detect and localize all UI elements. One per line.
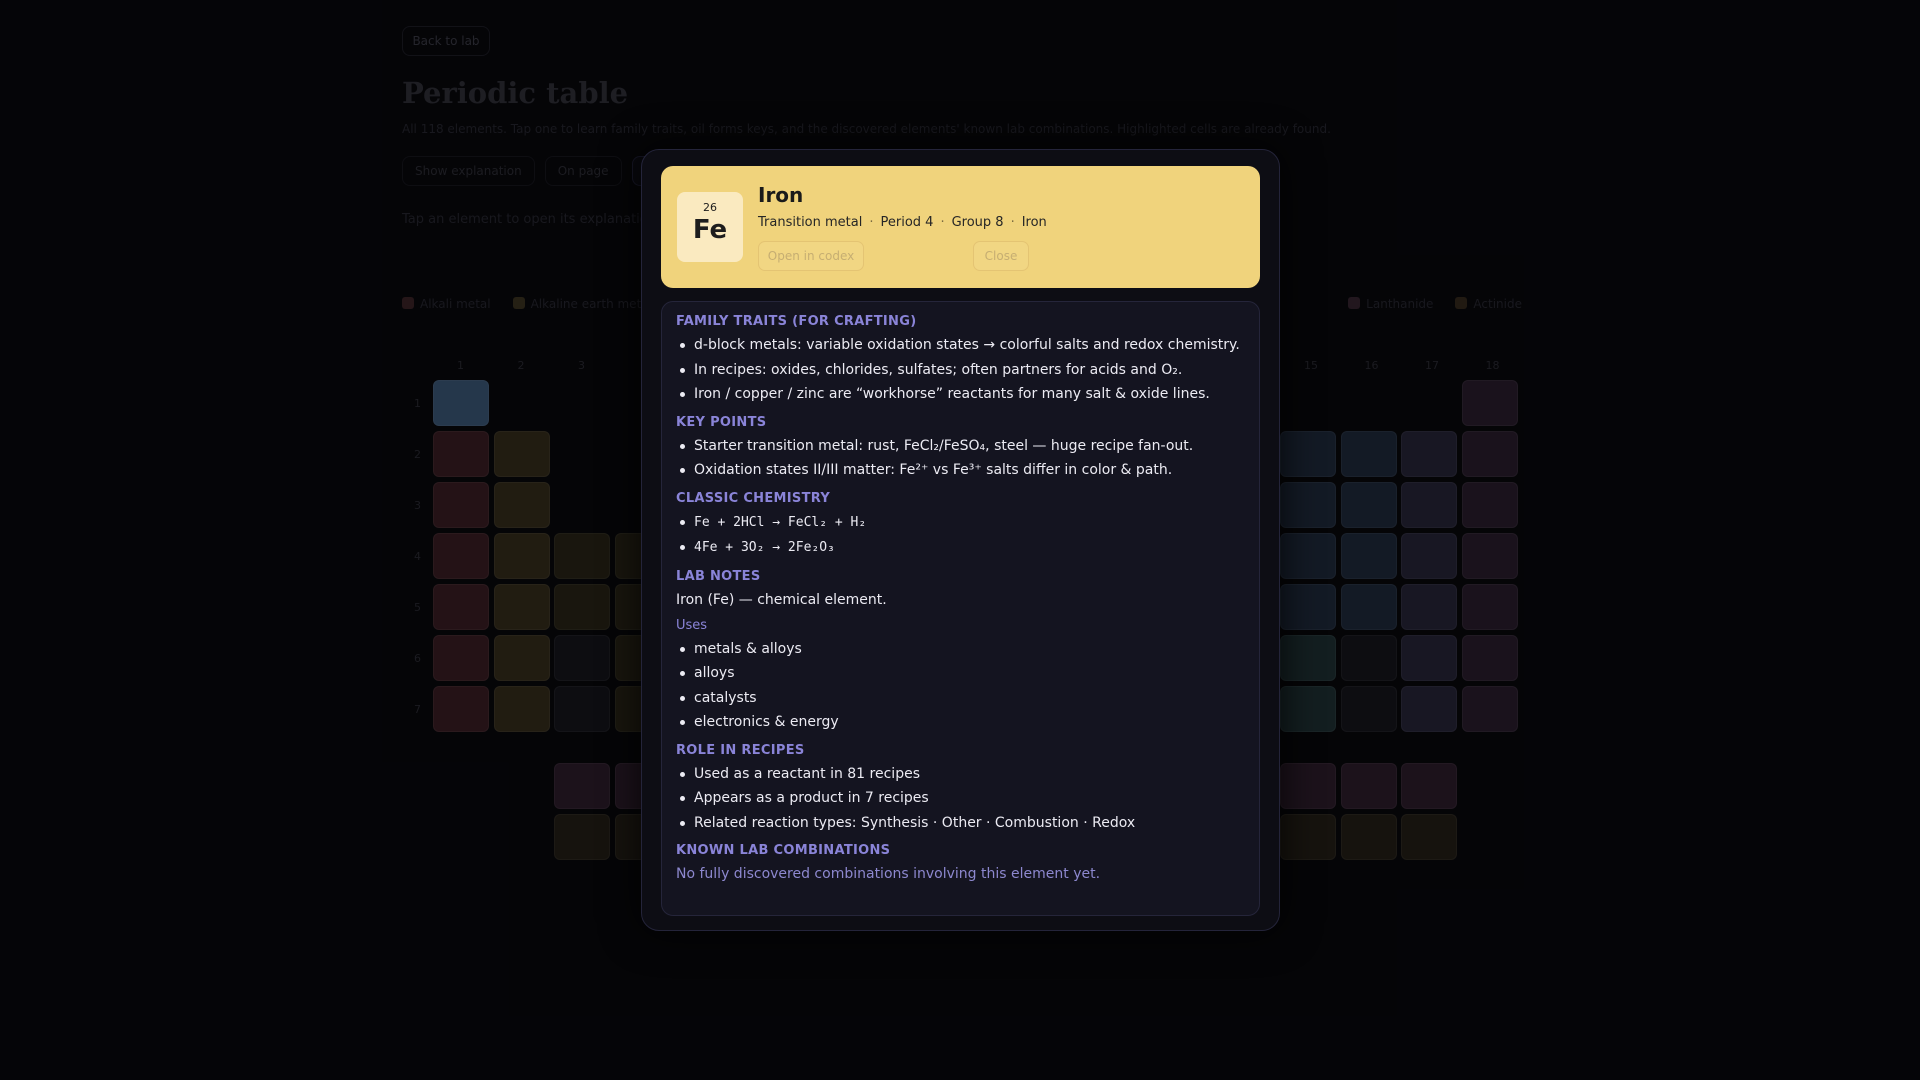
element-tile: 26 Fe	[677, 192, 743, 262]
meta-period: Period 4	[880, 215, 934, 230]
element-detail-modal: 26 Fe Iron Transition metal · Period 4 · G…	[641, 149, 1280, 931]
uses-list: metals & alloys alloys catalysts electro…	[676, 637, 1245, 735]
family-traits-list: d-block metals: variable oxidation state…	[676, 333, 1245, 407]
list-item: Oxidation states II/III matter: Fe²⁺ vs …	[676, 458, 1245, 483]
list-item: Related reaction types: Synthesis · Othe…	[676, 811, 1245, 836]
atomic-number: 26	[703, 201, 717, 214]
classic-chemistry-heading: CLASSIC CHEMISTRY	[676, 490, 831, 506]
close-button[interactable]: Close	[973, 241, 1029, 271]
element-symbol: Fe	[692, 215, 728, 245]
list-item: catalysts	[676, 686, 1245, 711]
list-item: In recipes: oxides, chlorides, sulfates;…	[676, 358, 1245, 383]
element-meta: Transition metal · Period 4 · Group 8 · Iro…	[758, 215, 1047, 230]
list-item: electronics & energy	[676, 710, 1245, 735]
known-lab-combinations-text: No fully discovered combinations involvi…	[676, 866, 1101, 882]
lab-notes-text: Iron (Fe) — chemical element.	[676, 591, 887, 608]
list-item: Appears as a product in 7 recipes	[676, 786, 1245, 811]
meta-english-name: Iron	[1021, 215, 1047, 230]
list-item: Used as a reactant in 81 recipes	[676, 762, 1245, 787]
equation-item: Fe + 2HCl → FeCl₂ + H₂	[676, 510, 1245, 536]
family-traits-heading: FAMILY TRAITS (FOR CRAFTING)	[676, 314, 917, 329]
list-item: metals & alloys	[676, 637, 1245, 662]
meta-family: Transition metal	[758, 215, 863, 230]
role-in-recipes-list: Used as a reactant in 81 recipes Appears…	[676, 762, 1245, 836]
classic-chemistry-list: Fe + 2HCl → FeCl₂ + H₂ 4Fe + 3O₂ → 2Fe₂O…	[676, 510, 1245, 561]
key-points-heading: KEY POINTS	[676, 414, 767, 430]
element-details: FAMILY TRAITS (FOR CRAFTING) d-block met…	[661, 301, 1260, 916]
meta-group: Group 8	[951, 215, 1004, 230]
role-in-recipes-heading: ROLE IN RECIPES	[676, 742, 805, 758]
element-name: Iron	[758, 183, 804, 207]
list-item: Starter transition metal: rust, FeCl₂/Fe…	[676, 434, 1245, 459]
equation-item: 4Fe + 3O₂ → 2Fe₂O₃	[676, 535, 1245, 561]
key-points-list: Starter transition metal: rust, FeCl₂/Fe…	[676, 434, 1245, 483]
element-header: 26 Fe Iron Transition metal · Period 4 · G…	[661, 166, 1260, 288]
open-in-codex-button[interactable]: Open in codex	[758, 241, 864, 271]
list-item: d-block metals: variable oxidation state…	[676, 333, 1245, 358]
list-item: Iron / copper / zinc are “workhorse” rea…	[676, 382, 1245, 407]
uses-heading: Uses	[676, 617, 708, 633]
known-lab-combinations-heading: KNOWN LAB COMBINATIONS	[676, 843, 891, 858]
lab-notes-heading: LAB NOTES	[676, 568, 761, 584]
list-item: alloys	[676, 661, 1245, 686]
